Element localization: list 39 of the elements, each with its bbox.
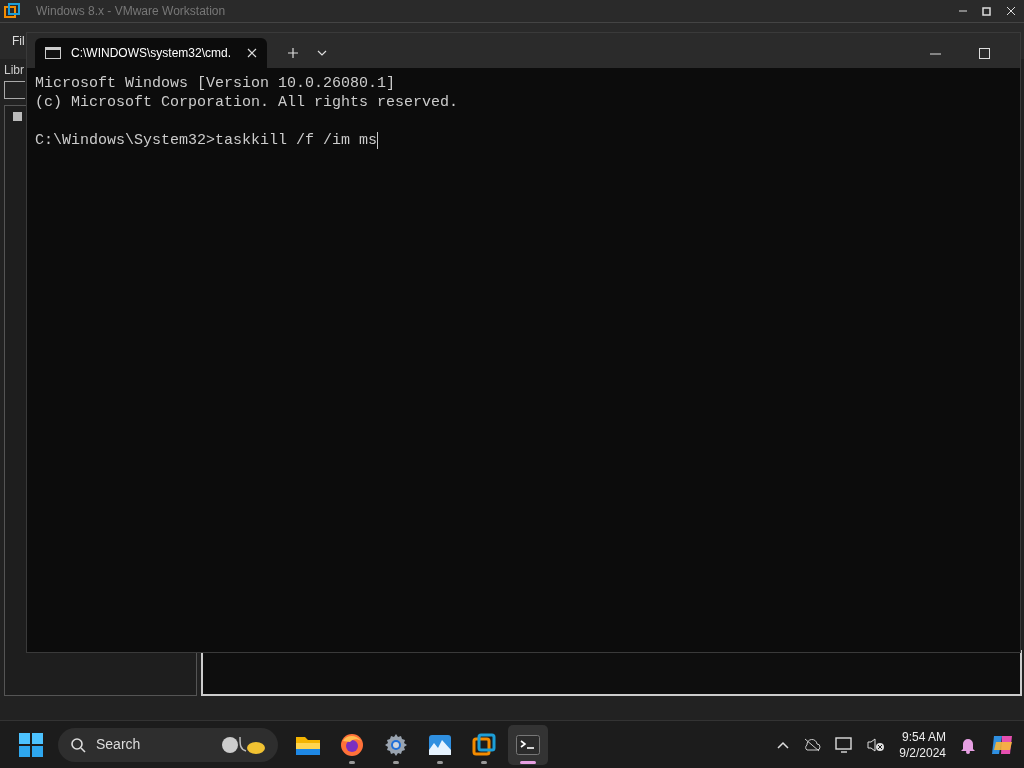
clock-time[interactable]: 9:54 AM: [901, 728, 946, 745]
running-indicator: [437, 760, 443, 764]
terminal-tab[interactable]: C:\WINDOWS\system32\cmd.: [35, 38, 267, 68]
photos-icon: [428, 733, 452, 756]
close-icon[interactable]: [1006, 6, 1016, 16]
close-icon[interactable]: [247, 48, 257, 58]
gear-icon: [384, 732, 408, 757]
chevron-down-icon[interactable]: [317, 50, 327, 56]
search-input[interactable]: Search: [96, 734, 206, 755]
cloud-off-icon[interactable]: [803, 737, 822, 752]
console-icon: [45, 47, 61, 59]
clock-date[interactable]: 9/2/2024: [899, 744, 946, 761]
terminal-icon: [516, 734, 540, 755]
running-indicator: [481, 760, 487, 764]
running-indicator: [393, 760, 399, 764]
search-field[interactable]: Search: [58, 727, 278, 762]
overlapping-squares-icon: [4, 3, 20, 19]
windows-logo-icon[interactable]: [18, 731, 44, 758]
globe-fox-icon: [340, 732, 364, 757]
command-line: C:\Windows\System32>taskkill /f /im ms: [35, 131, 378, 150]
console-line: Microsoft Windows [Version 10.0.26080.1]: [35, 74, 397, 93]
maximize-icon[interactable]: [979, 47, 990, 59]
running-indicator: [520, 760, 536, 764]
monitor-icon[interactable]: [835, 736, 854, 753]
text-cursor: [377, 132, 379, 149]
taskbar-app[interactable]: [508, 724, 548, 765]
overlapping-squares-icon: [472, 732, 496, 757]
chevron-up-icon[interactable]: [777, 740, 790, 749]
restore-icon[interactable]: [982, 6, 992, 16]
speaker-muted-icon[interactable]: [867, 736, 886, 753]
menu-item[interactable]: Fil: [12, 32, 25, 50]
search-icon: [70, 736, 86, 753]
search-field[interactable]: [4, 81, 25, 99]
tab-title: C:\WINDOWS\system32\cmd.: [71, 45, 231, 62]
running-indicator: [349, 760, 355, 764]
library-label: Libr: [4, 62, 25, 79]
window-title: Windows 8.x - VMware Workstation: [36, 3, 226, 20]
plus-icon[interactable]: [287, 47, 299, 59]
console-line: (c) Microsoft Corporation. All rights reserved.: [35, 93, 460, 112]
